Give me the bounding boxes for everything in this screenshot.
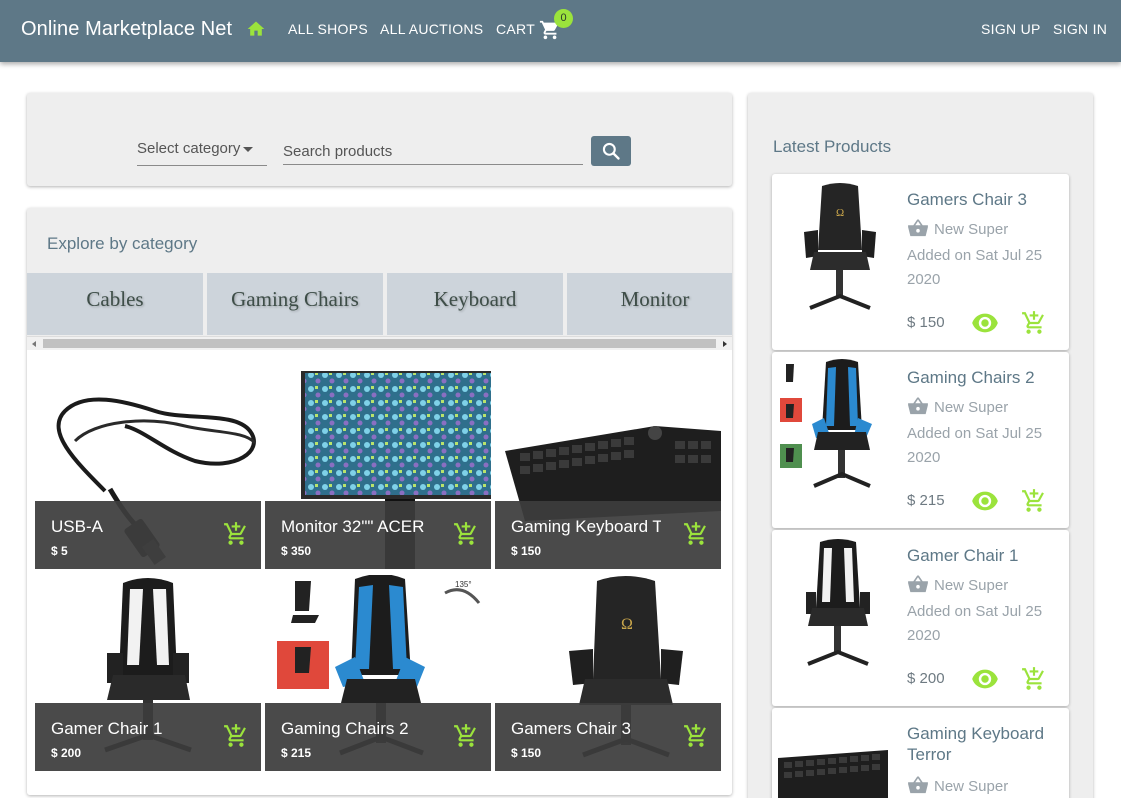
latest-product-item[interactable]: Gamer Chair 1 New Super Added on Sat Jul… xyxy=(772,530,1069,706)
category-select-label: Select category xyxy=(137,140,241,157)
category-strip: Cables Gaming Chairs Keyboard Monitor xyxy=(27,273,732,335)
search-icon xyxy=(602,142,620,160)
product-tile[interactable]: Monitor 32"" ACER $ 350 xyxy=(265,371,491,569)
category-gaming-chairs[interactable]: Gaming Chairs xyxy=(207,273,383,335)
latest-product-name[interactable]: Gamer Chair 1 xyxy=(907,545,1062,566)
latest-product-name[interactable]: Gamers Chair 3 xyxy=(907,189,1062,210)
brand-title[interactable]: Online Marketplace Net xyxy=(21,18,232,41)
nav-all-auctions[interactable]: ALL AUCTIONS xyxy=(380,21,483,37)
view-eye-icon[interactable] xyxy=(971,490,999,512)
latest-product-date: Added on Sat Jul 25 2020 xyxy=(907,603,1043,644)
search-card: Select category xyxy=(27,93,732,186)
shopping-basket-icon xyxy=(908,575,928,593)
latest-product-name[interactable]: Gaming Keyboard Terror xyxy=(907,723,1062,765)
explore-title: Explore by category xyxy=(47,234,198,253)
latest-product-shop: New Super xyxy=(907,776,1008,795)
latest-product-shop: New Super xyxy=(907,575,1008,594)
keyboard-thumbnail xyxy=(778,750,888,798)
search-input[interactable] xyxy=(283,139,583,165)
svg-text:135°: 135° xyxy=(455,580,472,589)
latest-product-price: $ 150 xyxy=(907,314,945,331)
product-name[interactable]: Monitor 32"" ACER xyxy=(281,517,431,537)
product-tile[interactable]: Gaming Keyboard Terror $ 150 xyxy=(495,371,721,569)
product-price: $ 150 xyxy=(511,746,542,760)
add-to-cart-icon[interactable] xyxy=(453,521,479,547)
latest-product-item[interactable]: Gaming Keyboard Terror New Super xyxy=(772,708,1069,798)
product-name[interactable]: Gamer Chair 1 xyxy=(51,719,201,739)
latest-product-shop: New Super xyxy=(907,219,1008,238)
category-keyboard[interactable]: Keyboard xyxy=(387,273,563,335)
product-name[interactable]: USB-A xyxy=(51,517,201,537)
add-to-cart-icon[interactable] xyxy=(683,723,709,749)
latest-product-date: Added on Sat Jul 25 2020 xyxy=(907,247,1043,288)
white-chair-thumbnail xyxy=(806,539,870,666)
product-name[interactable]: Gaming Keyboard Terror xyxy=(511,517,661,537)
shopping-basket-icon xyxy=(908,776,928,794)
sign-in-link[interactable]: SIGN IN xyxy=(1053,21,1107,37)
caret-down-icon xyxy=(243,146,254,152)
svg-text:Ω: Ω xyxy=(621,616,633,633)
latest-product-item[interactable]: Ω Gamers Chair 3 New Super Added on Sat … xyxy=(772,174,1069,350)
add-to-cart-icon[interactable] xyxy=(1021,488,1047,514)
product-tile[interactable]: 135° Gaming Chairs 2 $ 215 xyxy=(265,575,491,771)
explore-card: Explore by category Cables Gaming Chairs… xyxy=(27,208,732,795)
nav-cart[interactable]: CART xyxy=(496,21,535,37)
product-name[interactable]: Gaming Chairs 2 xyxy=(281,719,431,739)
add-to-cart-icon[interactable] xyxy=(1021,310,1047,336)
product-name[interactable]: Gamers Chair 3 xyxy=(511,719,661,739)
product-price: $ 215 xyxy=(281,746,312,760)
shop-name: New Super xyxy=(934,577,1009,594)
product-price: $ 150 xyxy=(511,544,542,558)
blue-chair-thumbnail xyxy=(780,359,872,488)
latest-product-shop: New Super xyxy=(907,397,1008,416)
latest-product-item[interactable]: Gaming Chairs 2 New Super Added on Sat J… xyxy=(772,352,1069,528)
shopping-basket-icon xyxy=(908,397,928,415)
shop-name: New Super xyxy=(934,778,1009,795)
sign-up-link[interactable]: SIGN UP xyxy=(981,21,1041,37)
shop-name: New Super xyxy=(934,221,1009,238)
product-price: $ 350 xyxy=(281,544,312,558)
latest-product-date: Added on Sat Jul 25 2020 xyxy=(907,425,1043,466)
nav-all-shops[interactable]: ALL SHOPS xyxy=(288,21,368,37)
scroll-left-arrow-icon[interactable] xyxy=(32,341,36,347)
product-tile[interactable]: Gamer Chair 1 $ 200 xyxy=(35,575,261,771)
scrollbar-thumb[interactable] xyxy=(43,339,716,348)
horizontal-scrollbar[interactable] xyxy=(27,336,732,350)
product-tile-bar: Monitor 32"" ACER $ 350 xyxy=(265,501,491,569)
add-to-cart-icon[interactable] xyxy=(453,723,479,749)
latest-product-price: $ 215 xyxy=(907,492,945,509)
latest-products-title: Latest Products xyxy=(773,137,892,156)
product-tile-bar: Gaming Chairs 2 $ 215 xyxy=(265,703,491,771)
view-eye-icon[interactable] xyxy=(971,668,999,690)
add-to-cart-icon[interactable] xyxy=(1021,666,1047,692)
category-select[interactable]: Select category xyxy=(137,140,267,166)
top-app-bar: Online Marketplace Net ALL SHOPS ALL AUC… xyxy=(0,0,1121,62)
product-tile-bar: Gamer Chair 1 $ 200 xyxy=(35,703,261,771)
product-tile[interactable]: USB-A $ 5 xyxy=(35,371,261,569)
shop-name: New Super xyxy=(934,399,1009,416)
view-eye-icon[interactable] xyxy=(971,312,999,334)
cart-count-badge: 0 xyxy=(554,9,573,28)
scroll-right-arrow-icon[interactable] xyxy=(723,341,727,347)
product-tile[interactable]: Ω Gamers Chair 3 $ 150 xyxy=(495,575,721,771)
add-to-cart-icon[interactable] xyxy=(223,723,249,749)
add-to-cart-icon[interactable] xyxy=(683,521,709,547)
product-tile-bar: USB-A $ 5 xyxy=(35,501,261,569)
search-button[interactable] xyxy=(591,136,631,166)
add-to-cart-icon[interactable] xyxy=(223,521,249,547)
category-cables[interactable]: Cables xyxy=(27,273,203,335)
category-monitor[interactable]: Monitor xyxy=(567,273,732,335)
home-icon[interactable] xyxy=(246,19,266,39)
shopping-basket-icon xyxy=(908,219,928,237)
product-tile-bar: Gamers Chair 3 $ 150 xyxy=(495,703,721,771)
latest-product-name[interactable]: Gaming Chairs 2 xyxy=(907,367,1062,388)
latest-products-card: Latest Products Ω Gamers Chair 3 New Sup… xyxy=(748,93,1093,798)
latest-product-price: $ 200 xyxy=(907,670,945,687)
black-chair-thumbnail: Ω xyxy=(804,183,876,310)
product-tile-bar: Gaming Keyboard Terror $ 150 xyxy=(495,501,721,569)
svg-text:Ω: Ω xyxy=(836,207,844,219)
product-price: $ 200 xyxy=(51,746,82,760)
product-price: $ 5 xyxy=(51,544,68,558)
